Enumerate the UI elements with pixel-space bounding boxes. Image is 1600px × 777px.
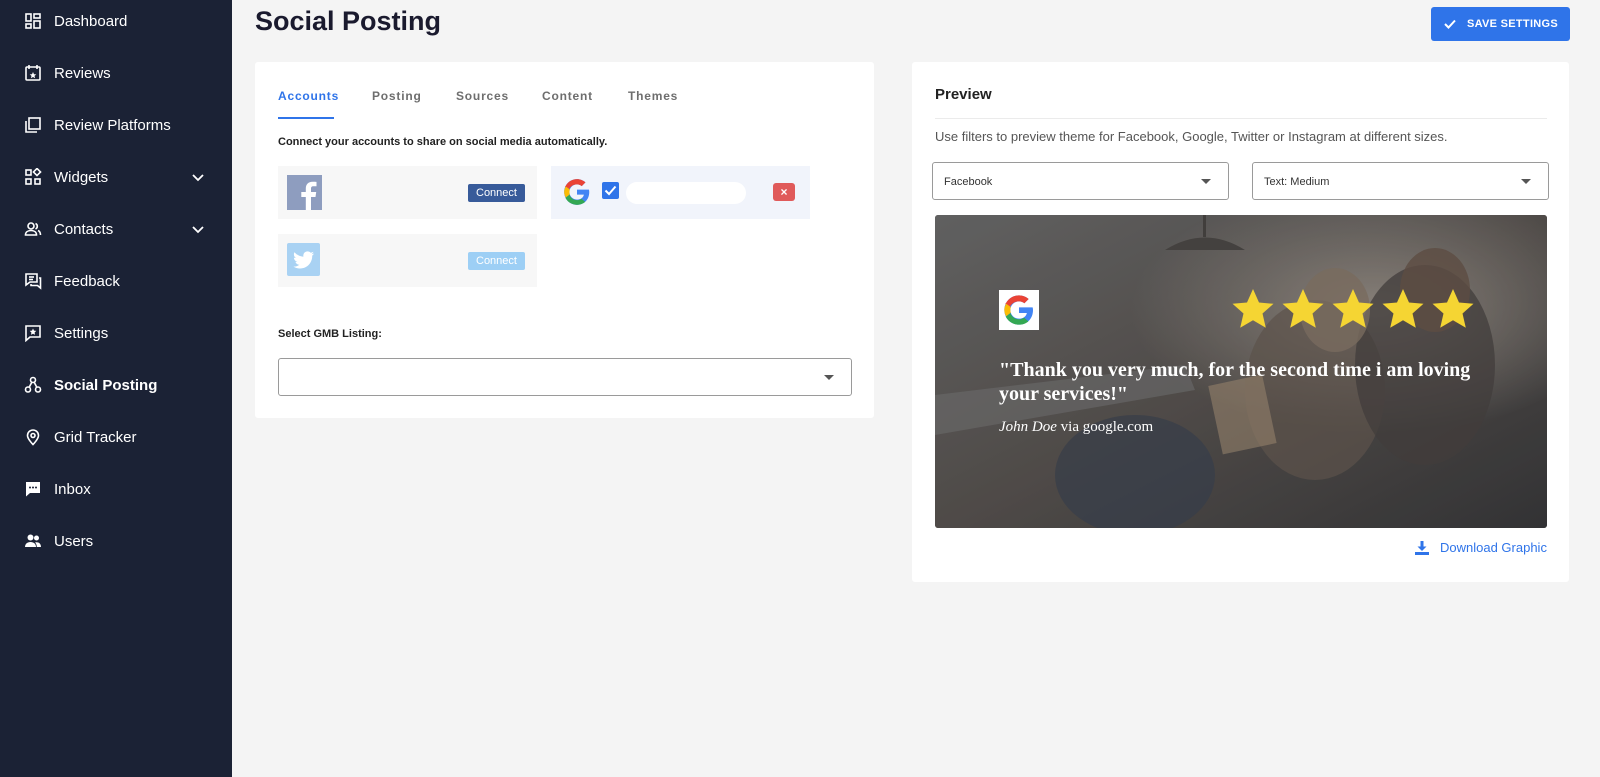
review-source: via google.com xyxy=(1056,419,1154,435)
tab-content[interactable]: Content xyxy=(542,89,593,103)
preview-description: Use filters to preview theme for Faceboo… xyxy=(935,129,1448,144)
platform-select[interactable]: Facebook xyxy=(932,162,1229,200)
feedback-icon xyxy=(24,272,42,290)
sidebar-item-reviews[interactable]: Reviews xyxy=(0,53,232,93)
star-icon xyxy=(1332,289,1374,328)
star-icon xyxy=(1432,289,1474,328)
sidebar-item-label: Grid Tracker xyxy=(54,428,137,446)
social-nodes-icon xyxy=(24,376,42,394)
sidebar-item-label: Settings xyxy=(54,324,109,342)
calendar-star-icon xyxy=(24,64,42,82)
google-account: × xyxy=(551,166,810,219)
sidebar-item-label: Inbox xyxy=(54,480,91,498)
google-account-field[interactable] xyxy=(626,182,746,204)
page-title: Social Posting xyxy=(255,6,442,36)
chevron-down-icon[interactable] xyxy=(190,169,206,185)
google-enabled-checkbox[interactable] xyxy=(602,182,619,199)
sidebar-item-review-platforms[interactable]: Review Platforms xyxy=(0,105,232,145)
stacked-pages-icon xyxy=(24,116,42,134)
sidebar-item-label: Social Posting xyxy=(54,376,158,394)
accounts-intro: Connect your accounts to share on social… xyxy=(278,136,608,148)
map-pin-icon xyxy=(24,428,42,446)
save-settings-label: SAVE SETTINGS xyxy=(1466,18,1559,30)
sidebar-item-inbox[interactable]: Inbox xyxy=(0,469,232,509)
tab-accounts[interactable]: Accounts xyxy=(278,89,339,103)
twitter-account: Connect xyxy=(278,234,537,287)
sidebar-item-feedback[interactable]: Feedback xyxy=(0,261,232,301)
twitter-connect-button[interactable]: Connect xyxy=(468,252,525,270)
sidebar-item-users[interactable]: Users xyxy=(0,521,232,561)
star-icon xyxy=(1282,289,1324,328)
review-preview-graphic: "Thank you very much, for the second tim… xyxy=(935,215,1547,528)
tab-themes[interactable]: Themes xyxy=(628,89,678,103)
sidebar-item-settings[interactable]: Settings xyxy=(0,313,232,353)
facebook-icon xyxy=(287,175,322,210)
save-settings-button[interactable]: SAVE SETTINGS xyxy=(1431,7,1570,41)
widgets-icon xyxy=(24,168,42,186)
dropdown-caret-icon xyxy=(1521,179,1531,184)
tab-posting[interactable]: Posting xyxy=(372,89,422,103)
sidebar-item-label: Reviews xyxy=(54,64,111,82)
sidebar-item-grid-tracker[interactable]: Grid Tracker xyxy=(0,417,232,457)
platform-select-value: Facebook xyxy=(944,176,993,188)
download-icon xyxy=(1415,540,1429,555)
star-icon xyxy=(1232,289,1274,328)
sidebar-item-social-posting[interactable]: Social Posting xyxy=(0,365,232,405)
facebook-account: Connect xyxy=(278,166,537,219)
review-quote: "Thank you very much, for the second tim… xyxy=(999,359,1471,405)
contacts-icon xyxy=(24,220,42,238)
chat-bubble-icon xyxy=(24,480,42,498)
twitter-icon xyxy=(287,243,320,276)
sidebar-item-label: Users xyxy=(54,532,94,550)
users-icon xyxy=(24,532,42,550)
text-size-select-value: Text: Medium xyxy=(1264,176,1330,188)
sidebar-item-dashboard[interactable]: Dashboard xyxy=(0,1,232,41)
active-tab-indicator xyxy=(278,117,334,119)
tab-sources[interactable]: Sources xyxy=(456,89,509,103)
facebook-connect-button[interactable]: Connect xyxy=(468,184,525,202)
dropdown-caret-icon xyxy=(1201,179,1211,184)
rating-stars xyxy=(1231,287,1481,331)
dropdown-caret-icon xyxy=(824,375,834,380)
google-icon xyxy=(999,290,1039,330)
star-icon xyxy=(1382,289,1424,328)
sidebar-item-label: Review Platforms xyxy=(54,116,171,134)
chevron-down-icon[interactable] xyxy=(190,221,206,237)
review-author: John Doe xyxy=(999,419,1057,435)
text-size-select[interactable]: Text: Medium xyxy=(1252,162,1549,200)
sidebar: Dashboard Reviews Review Platforms Widge… xyxy=(0,0,232,777)
settings-star-icon xyxy=(24,324,42,342)
check-icon xyxy=(1444,19,1456,29)
sidebar-item-contacts[interactable]: Contacts xyxy=(0,209,232,249)
download-graphic-label: Download Graphic xyxy=(1440,540,1547,555)
google-icon xyxy=(564,179,590,205)
google-remove-button[interactable]: × xyxy=(773,183,795,201)
dashboard-icon xyxy=(24,12,42,30)
sidebar-item-widgets[interactable]: Widgets xyxy=(0,157,232,197)
gmb-listing-select[interactable] xyxy=(278,358,852,396)
download-graphic-link[interactable]: Download Graphic xyxy=(1415,540,1547,555)
divider xyxy=(935,118,1547,119)
sidebar-item-label: Dashboard xyxy=(54,12,128,30)
sidebar-item-label: Contacts xyxy=(54,220,114,238)
preview-title: Preview xyxy=(935,86,992,103)
review-attribution: John Doe via google.com xyxy=(999,419,1153,436)
sidebar-item-label: Feedback xyxy=(54,272,120,290)
gmb-listing-label: Select GMB Listing: xyxy=(278,328,382,340)
sidebar-item-label: Widgets xyxy=(54,168,109,186)
